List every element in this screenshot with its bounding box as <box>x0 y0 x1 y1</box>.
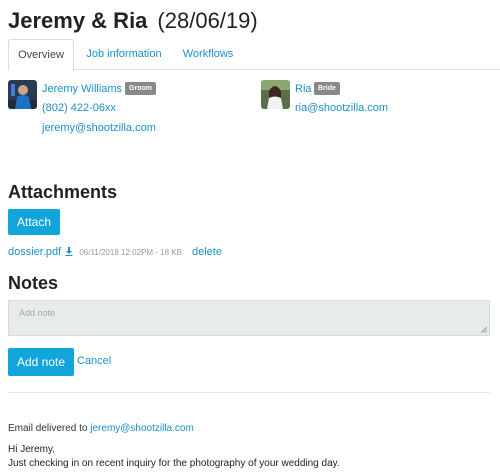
contact-name-ria[interactable]: Ria <box>295 83 312 95</box>
role-badge-groom: Groom <box>125 82 156 95</box>
contact-email-ria[interactable]: ria@shootzilla.com <box>295 102 388 114</box>
attachment-file-link[interactable]: dossier.pdf <box>8 246 61 258</box>
page-title: Jeremy & Ria (28/06/19) <box>8 8 258 34</box>
resize-handle-icon[interactable] <box>481 327 487 333</box>
tab-overview[interactable]: Overview <box>8 39 74 71</box>
tab-bar: Overview Job information Workflows <box>8 39 500 71</box>
email-delivery-prefix: Email delivered to <box>8 423 88 434</box>
attachments-heading: Attachments <box>8 182 118 202</box>
page-title-names: Jeremy & Ria <box>8 8 148 33</box>
contact-email-jeremy[interactable]: jeremy@shootzilla.com <box>42 122 156 134</box>
message-greeting: Hi Jeremy, <box>8 444 56 455</box>
download-icon[interactable] <box>65 247 73 256</box>
contact-name-jeremy[interactable]: Jeremy Williams <box>42 83 122 95</box>
tab-job-information[interactable]: Job information <box>82 39 166 70</box>
notes-heading: Notes <box>8 273 59 293</box>
contact-card-bride: Ria Bride ria@shootzilla.com <box>261 80 461 120</box>
email-delivery-address-link[interactable]: jeremy@shootzilla.com <box>90 423 194 434</box>
avatar-ria[interactable] <box>261 80 290 109</box>
page-title-date: (28/06/19) <box>157 8 258 33</box>
contact-phone-jeremy[interactable]: (802) 422-06xx <box>42 102 116 114</box>
notes-textarea[interactable]: Add note <box>8 300 490 336</box>
attach-button[interactable]: Attach <box>8 209 60 235</box>
add-note-button[interactable]: Add note <box>8 348 74 376</box>
message-body: Just checking in on recent inquiry for t… <box>8 458 340 469</box>
attachment-row: dossier.pdf 06/11/2018 12:02PM - 18 KB <box>8 246 182 260</box>
delete-attachment-link[interactable]: delete <box>192 246 222 258</box>
contact-card-groom: Jeremy Williams Groom (802) 422-06xx jer… <box>8 80 238 140</box>
section-divider <box>8 392 490 393</box>
avatar-jeremy[interactable] <box>8 80 37 109</box>
role-badge-bride: Bride <box>314 82 340 95</box>
email-delivery-line: Email delivered to jeremy@shootzilla.com <box>8 423 194 434</box>
tab-workflows[interactable]: Workflows <box>176 39 240 70</box>
cancel-note-link[interactable]: Cancel <box>77 355 111 367</box>
notes-placeholder: Add note <box>19 308 56 318</box>
attachment-meta: 06/11/2018 12:02PM - 18 KB <box>79 248 182 257</box>
